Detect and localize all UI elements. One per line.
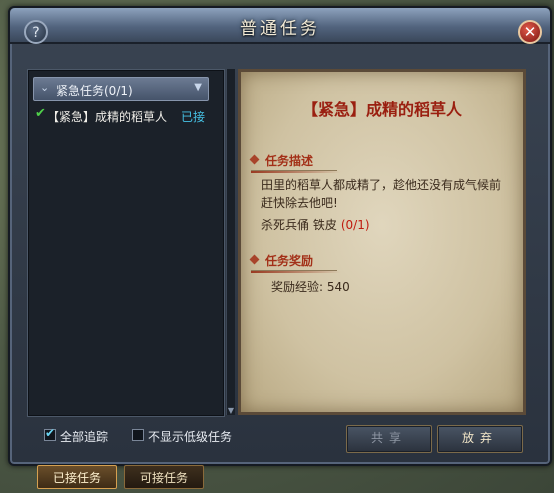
section-divider [251,171,341,173]
section-bullet-icon [249,254,260,265]
quest-list-panel: ⌄ 紧急任务(0/1) ▼ ✔ 【紧急】成精的稻草人 已接 [27,69,225,417]
description-header-label: 任务描述 [265,154,314,168]
section-divider [251,271,341,273]
description-header: 任务描述 [249,150,337,171]
expand-arrow-icon: ▼ [194,82,202,93]
quest-detail-title: 【紧急】成精的稻草人 [301,100,462,119]
quest-list-scrollbar[interactable]: ▼ [226,69,235,415]
track-all-checkbox[interactable]: ✔ [44,426,56,441]
close-icon[interactable]: ✕ [518,20,542,44]
reward-header-label: 任务奖励 [265,254,314,268]
title-bar[interactable]: 普通任务 [10,8,550,44]
reward-header: 任务奖励 [249,250,337,271]
tab-available-quests[interactable]: 可接任务 [124,465,204,489]
quest-status: 已接 [180,110,205,124]
category-label: 紧急任务(0/1) [56,84,133,98]
list-item[interactable]: ✔ 【紧急】成精的稻草人 已接 [33,104,217,126]
reward-experience: 奖励经验: 540 [271,280,350,294]
window-title: 普通任务 [240,19,320,39]
share-button[interactable]: 共享 [346,425,432,453]
tracked-check-icon[interactable]: ✔ [35,106,46,121]
objective-count: (0/1) [340,218,370,232]
quest-detail-panel: 【紧急】成精的稻草人 任务描述 田里的稻草人都成精了，趁他还没有成气候前赶快除去… [238,69,526,415]
check-icon: ✔ [45,426,56,440]
hide-low-level-label: 不显示低级任务 [148,430,233,444]
quest-objective: 杀死兵俑 铁皮 (0/1) [261,216,370,233]
tab-accepted-quests[interactable]: 已接任务 [37,465,117,489]
abandon-button[interactable]: 放弃 [437,425,523,453]
hide-low-level-checkbox[interactable] [132,429,144,441]
quest-description: 田里的稻草人都成精了，趁他还没有成气候前赶快除去他吧! [261,178,502,210]
section-bullet-icon [249,154,260,165]
chevron-down-icon: ⌄ [40,81,50,94]
scroll-down-icon[interactable]: ▼ [227,406,235,415]
track-all-label: 全部追踪 [60,430,109,444]
objective-text: 杀死兵俑 铁皮 [261,218,337,232]
quest-name: 【紧急】成精的稻草人 [47,110,168,124]
quest-category-urgent[interactable]: ⌄ 紧急任务(0/1) ▼ [33,77,209,101]
help-icon[interactable]: ? [24,20,48,44]
